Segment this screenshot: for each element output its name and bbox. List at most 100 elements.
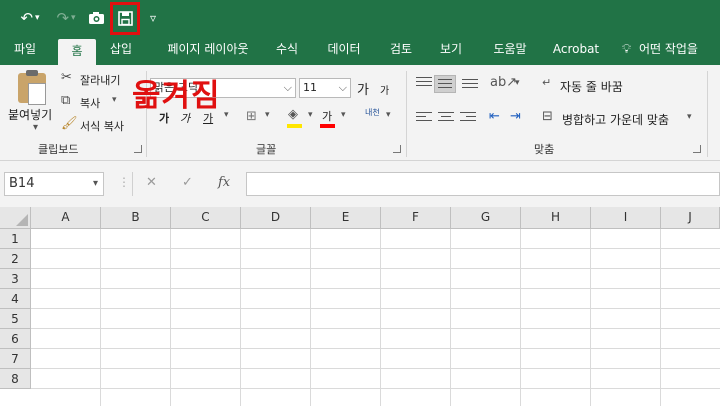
wrap-text-icon: ↵ (542, 76, 552, 89)
font-group-label: 글꼴 (256, 143, 277, 156)
fill-color-dropdown-icon[interactable]: ▾ (308, 110, 313, 120)
row-header-5[interactable]: 5 (0, 309, 31, 329)
tab-help[interactable]: 도움말 (482, 36, 538, 65)
quick-access-toolbar: ↶ ▾ ↷ ▾ ▿ (0, 0, 720, 36)
column-header-j[interactable]: J (661, 207, 720, 229)
worksheet-grid: A B C D E F G H I J 1 2 3 4 5 6 7 8 (0, 207, 720, 406)
align-center-icon[interactable] (438, 112, 454, 124)
format-painter-button[interactable]: 서식 복사 (80, 118, 124, 134)
column-header-h[interactable]: H (521, 207, 591, 229)
tab-acrobat[interactable]: Acrobat (548, 36, 604, 65)
redo-icon: ↷ (56, 9, 70, 27)
font-launcher-icon[interactable] (393, 145, 401, 153)
chevron-down-icon: ⌵ (338, 81, 347, 94)
decrease-indent-icon[interactable]: ⇤ (489, 109, 500, 125)
drag-handle-icon[interactable]: ⋮ (118, 175, 130, 189)
redo-button[interactable]: ↷ ▾ (52, 6, 80, 30)
name-box-value: B14 (9, 176, 35, 191)
underline-dropdown-icon[interactable]: ▾ (224, 110, 229, 120)
camera-button[interactable] (86, 6, 106, 30)
row-header-4[interactable]: 4 (0, 289, 31, 309)
column-header-e[interactable]: E (311, 207, 381, 229)
chevron-down-icon: ⌵ (283, 81, 292, 94)
paste-dropdown-icon[interactable]: ▾ (33, 122, 38, 133)
row-header-3[interactable]: 3 (0, 269, 31, 289)
cell-area[interactable] (31, 229, 720, 406)
tab-review[interactable]: 검토 (382, 36, 420, 65)
font-color-swatch (320, 124, 335, 128)
wrap-text-button[interactable]: 자동 줄 바꿈 (560, 78, 623, 95)
copy-dropdown-icon[interactable]: ▾ (112, 95, 117, 105)
tell-me-search[interactable]: 💡︎ 어떤 작업을 (622, 36, 720, 65)
bottom-align-icon[interactable] (462, 79, 478, 91)
tab-file[interactable]: 파일 (2, 36, 48, 65)
row-header-1[interactable]: 1 (0, 229, 31, 249)
borders-dropdown-icon[interactable]: ▾ (265, 110, 270, 120)
increase-indent-icon[interactable]: ⇥ (510, 109, 521, 125)
name-box[interactable]: B14 ▾ (4, 172, 104, 196)
fill-color-icon[interactable]: ◈ (288, 107, 298, 123)
tell-me-label: 어떤 작업을 (638, 42, 698, 56)
formula-input[interactable] (246, 172, 720, 196)
merge-center-icon: ⊟ (542, 109, 553, 124)
insert-function-icon[interactable]: fx (218, 175, 230, 190)
copy-button[interactable]: 복사 (80, 95, 100, 111)
tab-formulas[interactable]: 수식 (268, 36, 306, 65)
font-color-dropdown-icon[interactable]: ▾ (341, 110, 346, 120)
tab-view[interactable]: 보기 (432, 36, 470, 65)
align-left-icon[interactable] (416, 112, 432, 124)
customize-qat-button[interactable]: ▿ (146, 6, 160, 30)
row-header-6[interactable]: 6 (0, 329, 31, 349)
merge-dropdown-icon[interactable]: ▾ (687, 112, 692, 122)
row-header-2[interactable]: 2 (0, 249, 31, 269)
save-button-highlight (110, 2, 140, 35)
grow-font-button[interactable]: 가 (357, 79, 369, 98)
orientation-icon[interactable]: ab↗ (490, 75, 517, 91)
clipboard-group-label: 클립보드 (38, 143, 79, 156)
font-color-button[interactable]: 가 (322, 108, 332, 124)
column-header-b[interactable]: B (101, 207, 171, 229)
tab-data[interactable]: 데이터 (320, 36, 368, 65)
camera-icon (88, 12, 104, 24)
column-header-a[interactable]: A (31, 207, 101, 229)
orientation-dropdown-icon[interactable]: ▾ (515, 78, 520, 88)
column-header-g[interactable]: G (451, 207, 521, 229)
row-header-7[interactable]: 7 (0, 349, 31, 369)
select-all-button[interactable] (0, 207, 31, 229)
lightbulb-icon: 💡︎ (622, 42, 632, 57)
alignment-launcher-icon[interactable] (693, 145, 701, 153)
column-header-i[interactable]: I (591, 207, 661, 229)
undo-icon: ↶ (20, 9, 34, 27)
column-header-d[interactable]: D (241, 207, 311, 229)
phonetic-dropdown-icon[interactable]: ▾ (386, 110, 391, 120)
clipboard-launcher-icon[interactable] (134, 145, 142, 153)
top-align-icon[interactable] (416, 77, 432, 89)
paste-icon[interactable] (18, 70, 46, 105)
font-size-select[interactable]: 11 ⌵ (299, 78, 351, 98)
group-divider (707, 71, 708, 157)
divider (132, 172, 133, 196)
chevron-down-icon: ▾ (92, 178, 98, 189)
ribbon-tab-bar: 파일 홈 삽입 페이지 레이아웃 수식 데이터 검토 보기 도움말 Acroba… (0, 36, 720, 65)
middle-align-icon[interactable] (434, 75, 456, 93)
shrink-font-button[interactable]: 가 (380, 82, 389, 97)
tab-home[interactable]: 홈 (58, 39, 96, 65)
borders-icon[interactable]: ⊞ (246, 109, 257, 125)
group-divider (406, 71, 407, 157)
column-header-f[interactable]: F (381, 207, 451, 229)
row-header-8[interactable]: 8 (0, 369, 31, 389)
cancel-icon[interactable]: ✕ (146, 175, 157, 190)
tab-insert[interactable]: 삽입 (102, 36, 140, 65)
cut-button[interactable]: 잘라내기 (80, 72, 120, 88)
fill-color-swatch (287, 124, 302, 128)
tab-page-layout[interactable]: 페이지 레이아웃 (154, 36, 262, 65)
customize-icon: ▿ (149, 11, 157, 25)
copy-icon: ⧉ (61, 93, 71, 108)
merge-center-button[interactable]: 병합하고 가운데 맞춤 (562, 111, 669, 128)
phonetic-guide-button[interactable]: 내천 (365, 107, 380, 118)
enter-icon[interactable]: ✓ (182, 175, 193, 190)
undo-button[interactable]: ↶ ▾ (16, 6, 44, 30)
align-right-icon[interactable] (460, 112, 476, 124)
paste-button[interactable]: 붙여넣기 (8, 106, 52, 123)
column-header-c[interactable]: C (171, 207, 241, 229)
